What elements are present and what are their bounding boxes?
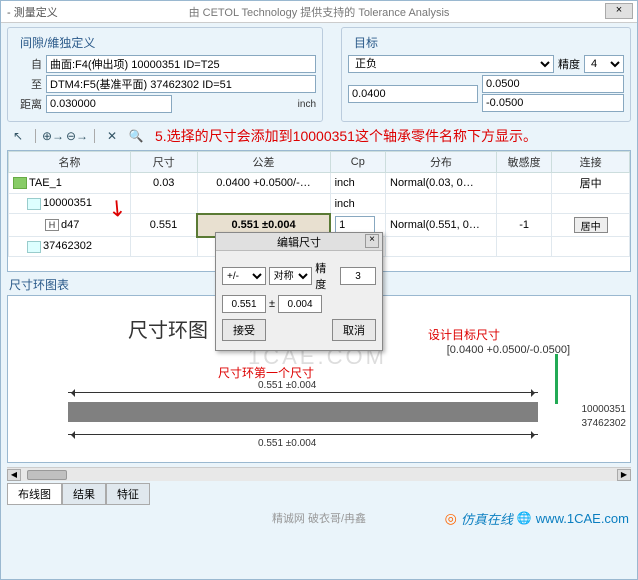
- tol-input[interactable]: [278, 295, 322, 313]
- remove-icon[interactable]: ⊖→: [68, 128, 86, 144]
- first-dim-label: 尺寸环第一个尺寸: [218, 364, 314, 381]
- close-button[interactable]: ×: [605, 3, 633, 19]
- precision-label: 精度: [558, 56, 580, 72]
- series-2: 37462302: [582, 418, 627, 429]
- sym-select[interactable]: +/-: [222, 267, 266, 285]
- tree-icon: H: [45, 219, 59, 231]
- edit-dimension-dialog: 编辑尺寸 × +/- 对称 精度 ± 接受 取消: [215, 232, 383, 351]
- from-label: 自: [14, 56, 42, 72]
- titlebar-left: - 測量定义: [7, 4, 58, 20]
- to-label: 至: [14, 76, 42, 92]
- chart-bar: [68, 402, 538, 422]
- tree-icon: [27, 198, 41, 210]
- app-window: - 測量定义 由 CETOL Technology 提供支持的 Toleranc…: [0, 0, 638, 580]
- delete-icon[interactable]: ✕: [103, 128, 121, 144]
- row-name: d47: [61, 219, 79, 231]
- titlebar-center: 由 CETOL Technology 提供支持的 Tolerance Analy…: [189, 4, 450, 20]
- lower-value[interactable]: -0.0500: [482, 94, 624, 112]
- col-name: 名称: [9, 152, 131, 173]
- dist-label: 距离: [14, 96, 42, 112]
- col-tol: 公差: [197, 152, 330, 173]
- pm-label: ±: [269, 298, 275, 310]
- row-name: 37462302: [43, 240, 92, 252]
- h-scrollbar[interactable]: ◀ ▶: [7, 467, 631, 481]
- toolbar: ↖ ⊕→ ⊖→ ✕ 🔍 5.选择的尺寸会添加到10000351这个轴承零件名称下…: [1, 124, 637, 148]
- footer: 精诚网 破衣哥/冉鑫 ◎ 仿真在线 🌐 www.1CAE.com: [1, 507, 637, 529]
- precision-select[interactable]: 4: [584, 55, 624, 73]
- upper-arrow: [68, 392, 538, 393]
- lower-arrow: [68, 434, 538, 435]
- bottom-tabs: 布线图 结果 特征: [1, 481, 637, 507]
- tree-icon: [27, 241, 41, 253]
- unit-label: inch: [298, 99, 316, 110]
- center-value[interactable]: 0.0400: [348, 85, 478, 103]
- dim-value-upper: 0.551 ±0.004: [258, 380, 316, 391]
- tab-results[interactable]: 结果: [62, 483, 106, 505]
- footer-brand: 仿真在线: [461, 509, 513, 528]
- footer-icon: ◎: [445, 510, 457, 527]
- tab-layout[interactable]: 布线图: [7, 483, 62, 505]
- scroll-right-icon[interactable]: ▶: [617, 469, 631, 481]
- col-sens: 敏感度: [496, 152, 551, 173]
- accept-button[interactable]: 接受: [222, 319, 266, 341]
- gap-definition-panel: 间隙/維独定义 自 至 距离 inch: [7, 27, 323, 122]
- titlebar: - 測量定义 由 CETOL Technology 提供支持的 Toleranc…: [1, 1, 637, 23]
- scroll-left-icon[interactable]: ◀: [7, 469, 21, 481]
- cursor-icon[interactable]: ↖: [9, 128, 27, 144]
- dist-input[interactable]: [46, 95, 172, 113]
- dialog-close-button[interactable]: ×: [365, 234, 379, 248]
- annotation-text: 5.选择的尺寸会添加到10000351这个轴承零件名称下方显示。: [155, 126, 537, 146]
- col-conn: 连接: [552, 152, 630, 173]
- target-label: 设计目标尺寸: [428, 326, 500, 343]
- tree-icon: [13, 177, 27, 189]
- chart-title: 尺寸环图: [128, 314, 208, 343]
- connection-button[interactable]: 居中: [574, 217, 608, 233]
- footer-url: www.1CAE.com: [536, 511, 629, 526]
- table-header-row: 名称 尺寸 公差 Cp 分布 敏感度 连接: [9, 152, 630, 173]
- to-input[interactable]: [46, 75, 316, 93]
- tolerance-cell[interactable]: 0.0400 +0.0500/-…: [197, 173, 330, 194]
- series-1: 10000351: [582, 404, 627, 415]
- upper-value[interactable]: 0.0500: [482, 75, 624, 93]
- dialog-title: 编辑尺寸 ×: [216, 233, 382, 251]
- row-name: 10000351: [43, 197, 92, 209]
- target-panel: 目标 正负 精度 4 0.0400 0.0500 -0.0500: [341, 27, 631, 122]
- col-dist: 分布: [386, 152, 497, 173]
- scroll-thumb[interactable]: [27, 470, 67, 480]
- nominal-input[interactable]: [222, 295, 266, 313]
- target-title: 目标: [348, 32, 624, 53]
- add-icon[interactable]: ⊕→: [44, 128, 62, 144]
- from-input[interactable]: [46, 55, 316, 73]
- prec-label: 精度: [315, 260, 337, 292]
- tolerance-cell[interactable]: [197, 194, 330, 214]
- table-row[interactable]: TAE_10.030.0400 +0.0500/-…inchNormal(0.0…: [9, 173, 630, 194]
- tab-features[interactable]: 特征: [106, 483, 150, 505]
- target-type-select[interactable]: 正负: [348, 55, 554, 73]
- col-dim: 尺寸: [130, 152, 197, 173]
- cancel-button[interactable]: 取消: [332, 319, 376, 341]
- row-name: TAE_1: [29, 177, 62, 189]
- footer-credit: 精诚网 破衣哥/冉鑫: [272, 510, 366, 526]
- dim-value-lower: 0.551 ±0.004: [258, 438, 316, 449]
- globe-icon: 🌐: [517, 511, 532, 525]
- panel-title: 间隙/維独定义: [14, 32, 316, 53]
- search-icon[interactable]: 🔍: [127, 128, 145, 144]
- align-select[interactable]: 对称: [269, 267, 313, 285]
- col-cp: Cp: [330, 152, 385, 173]
- green-marker-icon: [555, 354, 558, 404]
- prec-spinner[interactable]: [340, 267, 376, 285]
- target-value: [0.0400 +0.0500/-0.0500]: [447, 344, 570, 356]
- dialog-title-text: 编辑尺寸: [277, 234, 321, 250]
